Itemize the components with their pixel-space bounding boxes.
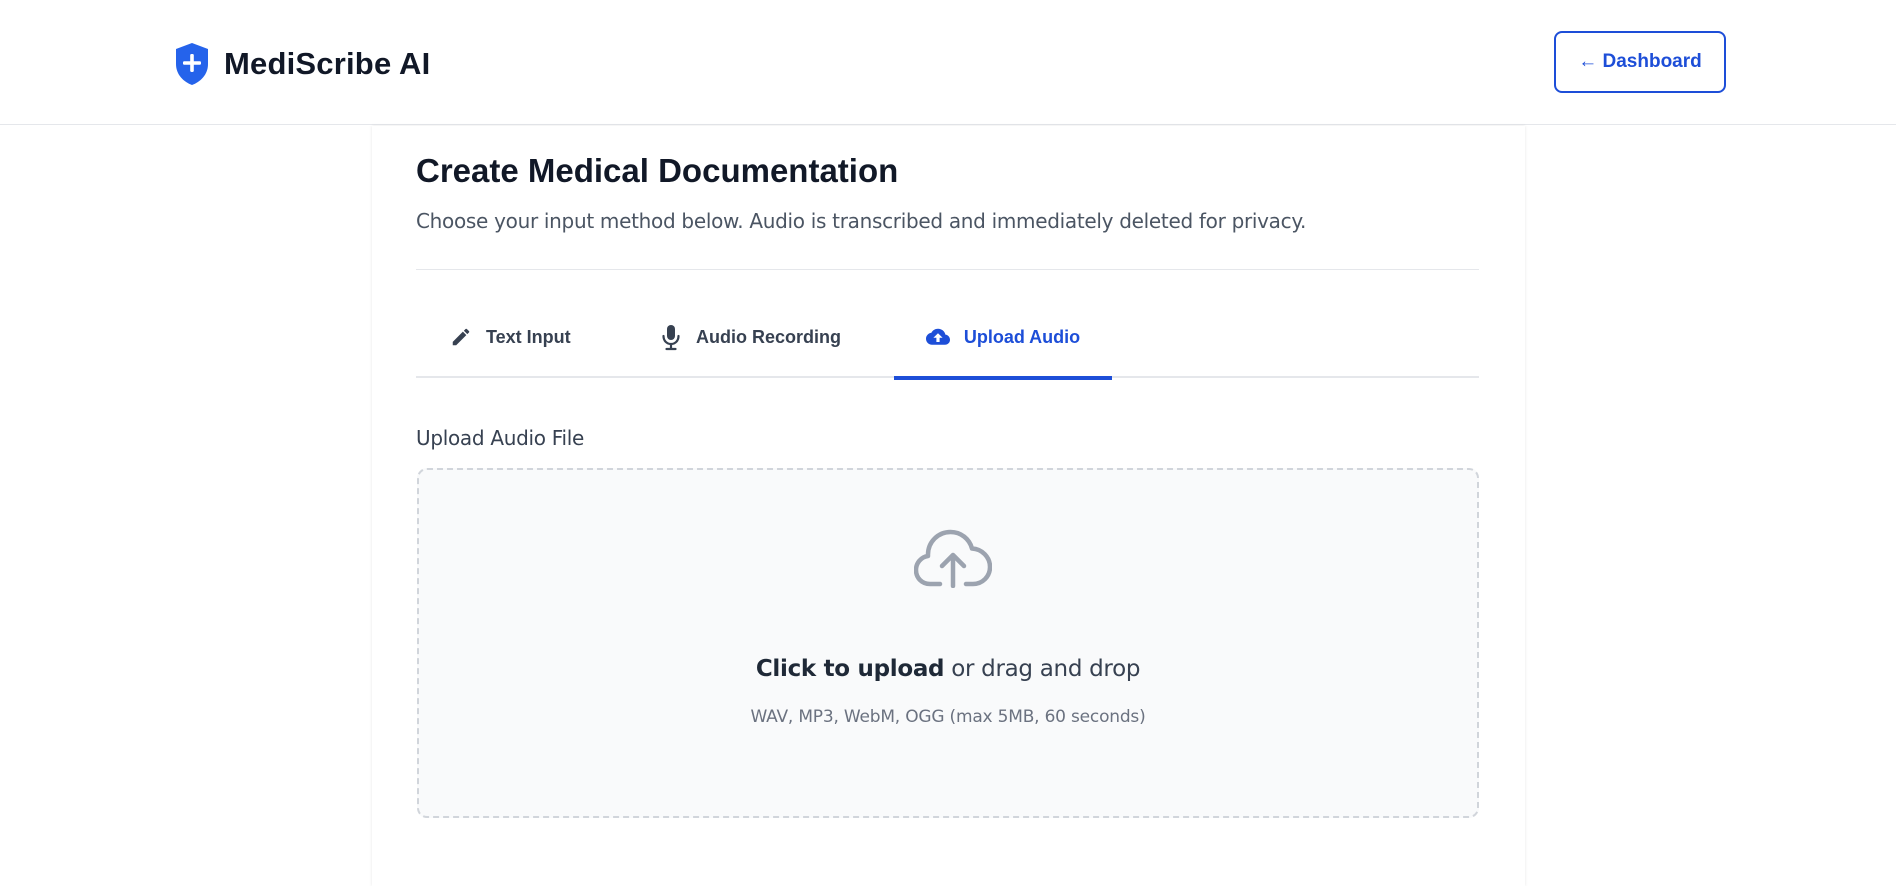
microphone-icon: [662, 325, 680, 351]
tab-label: Upload Audio: [963, 326, 1081, 347]
click-to-upload-link[interactable]: Click to upload: [756, 656, 945, 682]
tab-label: Text Input: [486, 326, 571, 347]
upload-section-label: Upload Audio File: [416, 426, 585, 450]
upload-format-hint: WAV, MP3, WebM, OGG (max 5MB, 60 seconds…: [750, 707, 1146, 727]
upload-cta[interactable]: Click to upload or drag and drop: [419, 656, 1477, 682]
tab-label: Audio Recording: [696, 326, 841, 347]
brand[interactable]: MediScribe AI: [174, 42, 430, 86]
tab-audio-recording[interactable]: Audio Recording: [660, 306, 841, 378]
drag-and-drop-text: or drag and drop: [944, 656, 1141, 682]
page-title: Create Medical Documentation: [416, 152, 899, 189]
top-header: MediScribe AI ← Dashboard: [0, 0, 1896, 125]
divider: [416, 269, 1479, 270]
input-method-tabs: Text Input Audio Recording Upload Audio: [416, 306, 1479, 380]
file-dropzone[interactable]: Click to upload or drag and drop WAV, MP…: [417, 468, 1479, 818]
app-name: MediScribe AI: [224, 46, 431, 81]
pencil-icon: [452, 328, 470, 346]
tab-text-input[interactable]: Text Input: [450, 306, 571, 378]
cloud-upload-icon: [925, 328, 950, 345]
dashboard-button[interactable]: ← Dashboard: [1554, 31, 1726, 93]
shield-plus-icon: [176, 43, 208, 85]
tab-upload-audio[interactable]: Upload Audio: [894, 306, 1112, 380]
cloud-upload-icon: [914, 529, 992, 588]
page-subtitle: Choose your input method below. Audio is…: [416, 209, 1307, 233]
